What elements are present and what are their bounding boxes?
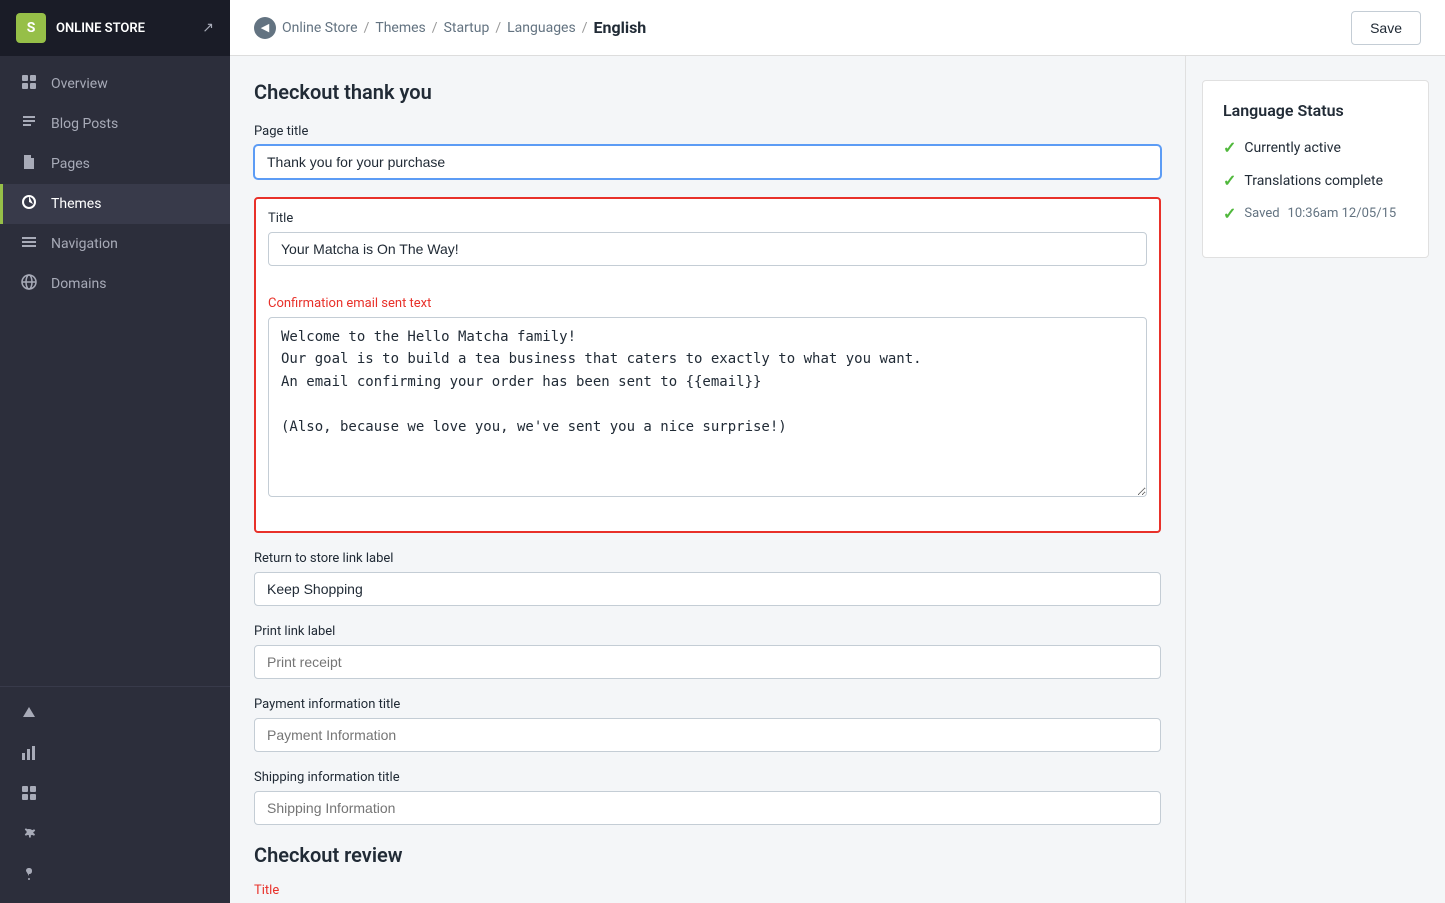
- breadcrumb: ◀ Online Store / Themes / Startup / Lang…: [254, 17, 1343, 39]
- sidebar-item-marketing[interactable]: [0, 695, 230, 735]
- blog-posts-icon: [19, 114, 39, 134]
- sidebar-item-analytics[interactable]: [0, 735, 230, 775]
- sidebar-item-apps[interactable]: [0, 775, 230, 815]
- title-input[interactable]: [268, 232, 1147, 266]
- return-to-store-input[interactable]: [254, 572, 1161, 606]
- confirmation-email-group: Confirmation email sent text Welcome to …: [268, 296, 1147, 501]
- status-saved-time: 10:36am 12/05/15: [1288, 206, 1397, 221]
- breadcrumb-online-store[interactable]: Online Store: [282, 20, 358, 36]
- payment-info-input[interactable]: [254, 718, 1161, 752]
- save-button[interactable]: Save: [1351, 11, 1421, 45]
- shipping-info-label: Shipping information title: [254, 770, 1161, 785]
- settings-icon: [19, 825, 39, 845]
- breadcrumb-startup[interactable]: Startup: [444, 20, 490, 36]
- check-icon-saved: ✓: [1223, 204, 1236, 223]
- content-area: Checkout thank you Page title Title Con: [230, 56, 1445, 903]
- sidebar-item-themes-label: Themes: [51, 196, 101, 212]
- checkout-review-title: Checkout review: [254, 843, 1161, 867]
- page-title-group: Page title: [254, 124, 1161, 179]
- highlighted-fields-box: Title Confirmation email sent text Welco…: [254, 197, 1161, 533]
- payment-info-label: Payment information title: [254, 697, 1161, 712]
- shipping-info-input[interactable]: [254, 791, 1161, 825]
- payment-info-group: Payment information title: [254, 697, 1161, 752]
- sidebar: S ONLINE STORE ↗ Overview Blog Posts Pag…: [0, 0, 230, 903]
- marketing-icon: [19, 705, 39, 725]
- breadcrumb-languages[interactable]: Languages: [507, 20, 576, 36]
- sidebar-item-domains[interactable]: Domains: [0, 264, 230, 304]
- sidebar-item-help[interactable]: [0, 855, 230, 895]
- confirmation-email-label: Confirmation email sent text: [268, 296, 1147, 311]
- sidebar-item-themes[interactable]: Themes: [0, 184, 230, 224]
- checkout-thankyou-section: Checkout thank you Page title Title Con: [254, 80, 1161, 825]
- themes-icon: [19, 194, 39, 214]
- status-translations-label: Translations complete: [1244, 173, 1383, 189]
- page-title-input[interactable]: [254, 145, 1161, 179]
- topbar: ◀ Online Store / Themes / Startup / Lang…: [230, 0, 1445, 56]
- sidebar-item-pages[interactable]: Pages: [0, 144, 230, 184]
- language-status-title: Language Status: [1223, 101, 1408, 120]
- navigation-icon: [19, 234, 39, 254]
- print-link-label: Print link label: [254, 624, 1161, 639]
- main-wrapper: ◀ Online Store / Themes / Startup / Lang…: [230, 0, 1445, 903]
- right-panel: Language Status ✓ Currently active ✓ Tra…: [1185, 56, 1445, 903]
- sidebar-item-navigation[interactable]: Navigation: [0, 224, 230, 264]
- pages-icon: [19, 154, 39, 174]
- sidebar-item-pages-label: Pages: [51, 156, 90, 172]
- sidebar-item-overview[interactable]: Overview: [0, 64, 230, 104]
- sidebar-bottom: [0, 686, 230, 903]
- sidebar-nav: Overview Blog Posts Pages Themes Navigat…: [0, 56, 230, 686]
- status-item-saved: ✓ Saved 10:36am 12/05/15: [1223, 204, 1408, 223]
- sidebar-item-domains-label: Domains: [51, 276, 106, 292]
- apps-icon: [19, 785, 39, 805]
- breadcrumb-icon: ◀: [254, 17, 276, 39]
- overview-icon: [19, 74, 39, 94]
- analytics-icon: [19, 745, 39, 765]
- sidebar-item-overview-label: Overview: [51, 76, 108, 92]
- store-name: ONLINE STORE: [56, 21, 192, 36]
- checkout-review-title-group: Title: [254, 883, 1161, 903]
- status-saved-label: Saved: [1244, 206, 1279, 221]
- language-status-card: Language Status ✓ Currently active ✓ Tra…: [1202, 80, 1429, 258]
- print-link-group: Print link label: [254, 624, 1161, 679]
- print-link-input[interactable]: [254, 645, 1161, 679]
- sidebar-item-navigation-label: Navigation: [51, 236, 118, 252]
- checkout-review-section: Checkout review Title: [254, 843, 1161, 903]
- help-icon: [19, 865, 39, 885]
- sidebar-item-blog-label: Blog Posts: [51, 116, 118, 132]
- main-content: Checkout thank you Page title Title Con: [230, 56, 1185, 903]
- shipping-info-group: Shipping information title: [254, 770, 1161, 825]
- return-to-store-label: Return to store link label: [254, 551, 1161, 566]
- confirmation-email-textarea[interactable]: Welcome to the Hello Matcha family! Our …: [268, 317, 1147, 497]
- sidebar-item-settings[interactable]: [0, 815, 230, 855]
- status-item-active: ✓ Currently active: [1223, 138, 1408, 157]
- check-icon-translations: ✓: [1223, 171, 1236, 190]
- breadcrumb-themes[interactable]: Themes: [375, 20, 425, 36]
- external-link-icon[interactable]: ↗: [202, 20, 214, 36]
- page-title-label: Page title: [254, 124, 1161, 139]
- breadcrumb-current: English: [593, 18, 646, 37]
- checkout-review-title-label: Title: [254, 883, 1161, 898]
- title-group: Title: [268, 211, 1147, 278]
- shopify-logo: S: [16, 13, 46, 43]
- check-icon-active: ✓: [1223, 138, 1236, 157]
- checkout-thankyou-title: Checkout thank you: [254, 80, 1161, 104]
- status-active-label: Currently active: [1244, 140, 1340, 156]
- status-item-translations: ✓ Translations complete: [1223, 171, 1408, 190]
- title-label: Title: [268, 211, 1147, 226]
- domains-icon: [19, 274, 39, 294]
- sidebar-header: S ONLINE STORE ↗: [0, 0, 230, 56]
- sidebar-item-blog-posts[interactable]: Blog Posts: [0, 104, 230, 144]
- return-to-store-group: Return to store link label: [254, 551, 1161, 606]
